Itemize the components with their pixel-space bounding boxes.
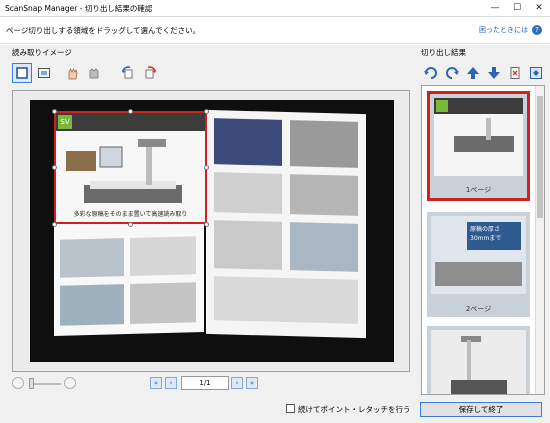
first-page-button[interactable]: «: [150, 377, 162, 389]
delete-page-button[interactable]: [505, 63, 525, 83]
rotate-right-thumb-button[interactable]: [442, 63, 462, 83]
save-and-finish-button[interactable]: 保存して終了: [420, 402, 542, 417]
rotate-right-icon: [446, 67, 459, 79]
crop-image-button[interactable]: [34, 63, 54, 83]
maximize-button[interactable]: ☐: [506, 0, 528, 16]
hand-pan-button[interactable]: [84, 63, 104, 83]
crop-caption: 多彩な原稿をそのまま置いて高速読み取り: [73, 211, 188, 218]
scan-image[interactable]: SV 多彩な原稿をそのまま置いて高速読み取り: [30, 100, 394, 362]
move-up-button[interactable]: [463, 63, 483, 83]
select-area-button[interactable]: [12, 63, 32, 83]
hand-tool-button[interactable]: [62, 63, 82, 83]
delete-page-icon: [510, 67, 520, 79]
close-button[interactable]: ✕: [528, 0, 550, 16]
help-link[interactable]: 困ったときには: [479, 25, 528, 35]
crop-results-label: 切り出し結果: [421, 48, 466, 57]
right-page: [206, 109, 366, 339]
zoom-slider-thumb[interactable]: [29, 378, 34, 389]
crop-handle-t[interactable]: [128, 109, 133, 114]
title-bar: ScanSnap Manager - 切り出し結果の確認 — ☐ ✕: [0, 0, 550, 16]
sv-badge: SV: [58, 115, 72, 129]
thumbnail-scrollbar[interactable]: [535, 86, 544, 394]
rotate-right-icon: [145, 66, 156, 79]
crop-handle-br[interactable]: [204, 222, 209, 227]
select-area-icon: [16, 67, 28, 79]
thumbnail-caption: 原稿の厚さ30mmまで: [467, 222, 521, 250]
prev-page-button[interactable]: ‹: [165, 377, 177, 389]
crop-handle-tl[interactable]: [52, 109, 57, 114]
scan-image-label: 読み取りイメージ: [12, 48, 72, 57]
scan-preview[interactable]: SV 多彩な原稿をそのまま置いて高速読み取り: [12, 90, 410, 372]
hand-pan-icon: [89, 68, 99, 79]
arrow-up-icon: [467, 67, 479, 79]
crop-selection[interactable]: SV 多彩な原稿をそのまま置いて高速読み取り: [54, 111, 207, 224]
crop-handle-r[interactable]: [204, 165, 209, 170]
crop-handle-bl[interactable]: [52, 222, 57, 227]
arrow-down-icon: [488, 67, 500, 79]
page-settings-button[interactable]: [526, 63, 546, 83]
crop-handle-l[interactable]: [52, 165, 57, 170]
scrollbar-thumb[interactable]: [537, 96, 543, 218]
move-down-button[interactable]: [484, 63, 504, 83]
continue-retouch-checkbox[interactable]: [286, 404, 295, 413]
zoom-in-icon[interactable]: [64, 377, 76, 389]
continue-retouch-label[interactable]: 続けてポイント・レタッチを行う: [298, 404, 411, 415]
rotate-left-icon: [122, 66, 133, 79]
rotate-left-icon: [424, 67, 437, 79]
thumbnail-item[interactable]: [427, 326, 530, 394]
help-icon[interactable]: ?: [532, 25, 542, 35]
window-title: ScanSnap Manager - 切り出し結果の確認: [5, 3, 153, 13]
crop-header: SV: [56, 113, 205, 131]
thumbnail-item[interactable]: 原稿の厚さ30mmまで 2ページ: [427, 212, 530, 317]
crop-handle-tr[interactable]: [204, 109, 209, 114]
page-indicator[interactable]: 1/1: [181, 376, 229, 390]
instruction-text: ページ切り出しする領域をドラッグして選んでください。: [6, 25, 201, 35]
thumbnail-label: 1ページ: [465, 186, 492, 194]
crop-image-icon: [38, 68, 50, 78]
crop-handle-b[interactable]: [128, 222, 133, 227]
thumbnail-list[interactable]: 1ページ 原稿の厚さ30mmまで 2ページ: [421, 85, 545, 395]
main-area: 読み取りイメージ SV 多彩な原稿をそのまま置いて高速読み取り « ‹ 1/1 …: [0, 45, 550, 423]
rotate-right-button[interactable]: [140, 63, 160, 83]
instruction-bar: ページ切り出しする領域をドラッグして選んでください。 困ったときには ?: [0, 16, 550, 44]
next-page-button[interactable]: ›: [231, 377, 243, 389]
page-settings-icon: [530, 67, 542, 79]
thumbnail-item[interactable]: 1ページ: [427, 91, 530, 201]
zoom-out-icon[interactable]: [12, 377, 24, 389]
minimize-button[interactable]: —: [484, 0, 506, 16]
thumbnail-label: 2ページ: [465, 305, 492, 313]
hand-tool-icon: [68, 68, 78, 80]
rotate-left-button[interactable]: [118, 63, 138, 83]
rotate-left-thumb-button[interactable]: [421, 63, 441, 83]
last-page-button[interactable]: »: [246, 377, 258, 389]
